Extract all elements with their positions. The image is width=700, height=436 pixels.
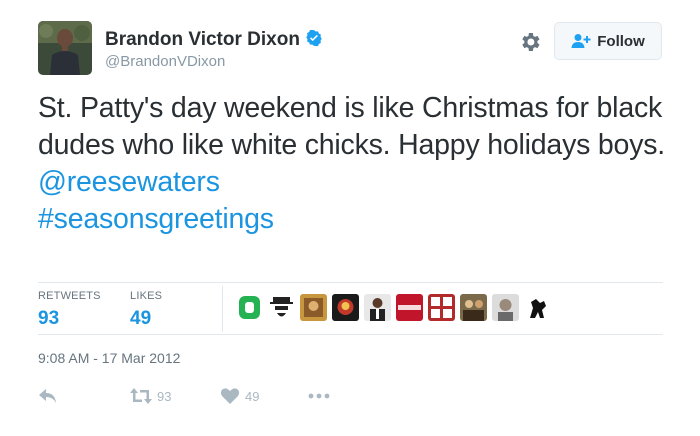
stats-top-divider	[38, 282, 663, 283]
tweet-body: St. Patty's day weekend is like Christma…	[38, 92, 666, 161]
liker-avatar[interactable]	[268, 294, 295, 321]
retweet-button[interactable]: 93	[130, 384, 171, 408]
user-handle[interactable]: @BrandonVDixon	[105, 53, 225, 70]
follow-button-label: Follow	[597, 32, 645, 50]
liker-avatar[interactable]	[460, 294, 487, 321]
retweets-stat[interactable]: RETWEETS 93	[38, 290, 101, 330]
display-name[interactable]: Brandon Victor Dixon	[105, 29, 323, 51]
likes-count: 49	[130, 308, 152, 329]
display-name-text: Brandon Victor Dixon	[105, 29, 300, 50]
stats-separator	[222, 286, 223, 332]
heart-icon	[220, 388, 240, 404]
liker-avatar[interactable]	[428, 294, 455, 321]
verified-badge-icon	[306, 29, 322, 47]
liker-avatar[interactable]	[364, 294, 391, 321]
reply-button[interactable]	[38, 384, 58, 408]
like-button[interactable]: 49	[220, 384, 259, 408]
stats-bottom-divider	[38, 334, 663, 335]
more-dots-icon	[308, 393, 330, 399]
liker-avatar[interactable]	[300, 294, 327, 321]
gear-icon[interactable]	[518, 30, 542, 54]
liker-avatars	[236, 294, 551, 322]
add-user-icon	[571, 34, 591, 48]
tweet-card: Brandon Victor Dixon @BrandonVDixon Foll…	[0, 0, 700, 436]
liker-avatar[interactable]	[492, 294, 519, 321]
retweet-icon	[130, 388, 152, 404]
reply-icon	[39, 389, 56, 403]
liker-avatar[interactable]	[396, 294, 423, 321]
retweets-count: 93	[38, 308, 60, 329]
avatar[interactable]	[38, 21, 92, 75]
retweet-action-count: 93	[157, 388, 172, 404]
more-button[interactable]	[308, 384, 330, 408]
tweet-text: St. Patty's day weekend is like Christma…	[38, 90, 668, 238]
liker-avatar[interactable]	[524, 294, 551, 321]
follow-button[interactable]: Follow	[554, 22, 662, 60]
likes-label: LIKES	[130, 290, 163, 302]
retweets-label: RETWEETS	[38, 290, 101, 302]
tweet-timestamp[interactable]: 9:08 AM - 17 Mar 2012	[38, 350, 180, 366]
liker-avatar[interactable]	[236, 294, 263, 321]
avatar-photo	[38, 21, 92, 75]
hashtag-link[interactable]: #seasonsgreetings	[38, 201, 668, 238]
likes-stat[interactable]: LIKES 49	[130, 290, 162, 330]
like-action-count: 49	[245, 388, 260, 404]
liker-avatar[interactable]	[332, 294, 359, 321]
mention-link[interactable]: @reesewaters	[38, 164, 668, 201]
